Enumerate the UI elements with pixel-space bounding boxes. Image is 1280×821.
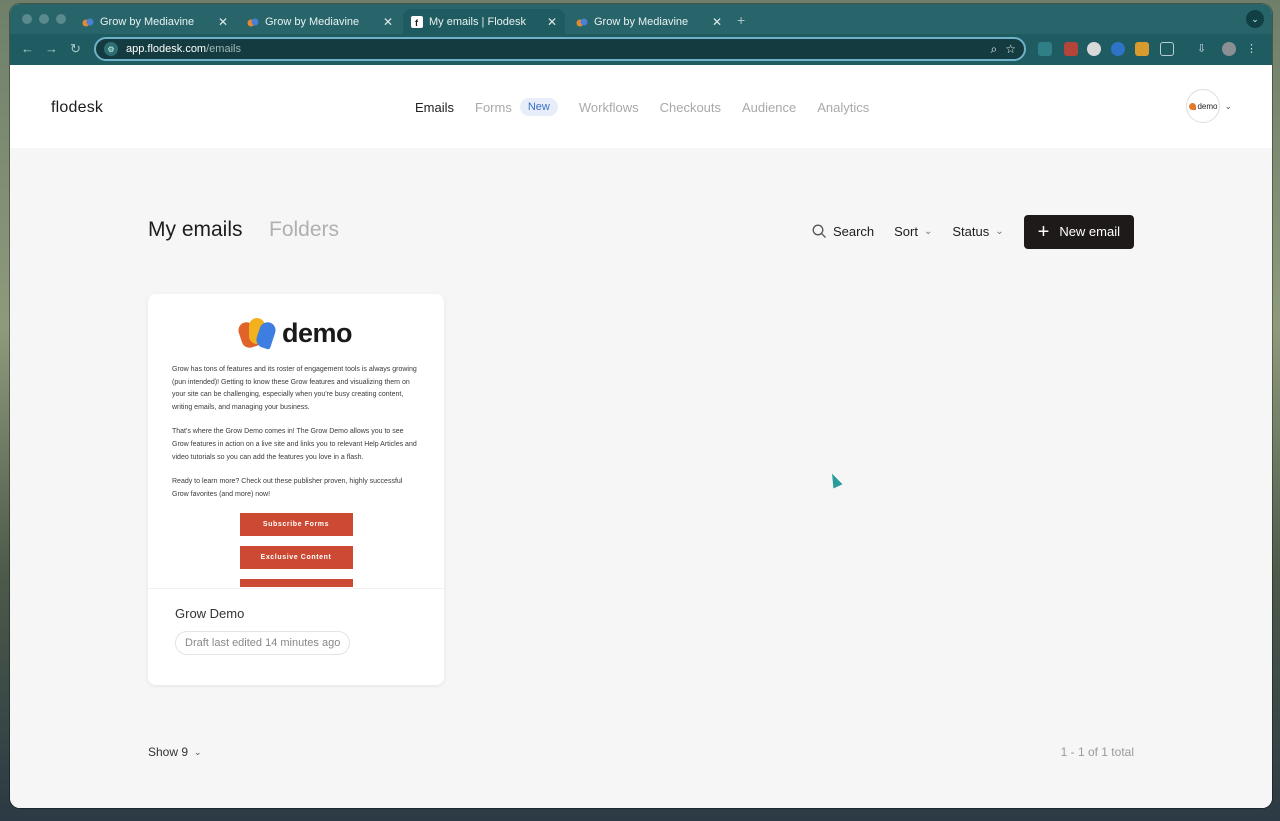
tab-title: Grow by Mediavine <box>594 15 689 28</box>
close-window-button[interactable] <box>22 14 32 24</box>
tab-title: My emails | Flodesk <box>429 15 526 28</box>
folders-tab[interactable]: Folders <box>269 218 339 242</box>
page-size-dropdown[interactable]: Show 9 ⌄ <box>148 745 202 759</box>
browser-tab[interactable]: Grow by Mediavine ✕ <box>74 9 236 34</box>
address-bar-row: ← → ↻ ⚙ app.flodesk.com/emails ⌕ ☆ ⇩ ⋮ <box>10 34 1272 65</box>
nav-analytics[interactable]: Analytics <box>817 100 869 115</box>
new-email-label: New email <box>1059 224 1120 239</box>
zoom-icon[interactable]: ⌕ <box>991 42 998 57</box>
account-menu[interactable]: demo ⌄ <box>1186 89 1232 123</box>
close-tab-icon[interactable]: ✕ <box>218 15 228 29</box>
preview-paragraph: That's where the Grow Demo comes in! The… <box>172 428 417 461</box>
chevron-down-icon[interactable]: ⌄ <box>1224 101 1232 112</box>
chevron-down-icon: ⌄ <box>923 226 933 237</box>
address-bar[interactable]: ⚙ app.flodesk.com/emails ⌕ ☆ <box>94 37 1026 61</box>
download-icon[interactable]: ⇩ <box>1197 42 1211 56</box>
bookmark-star-icon[interactable]: ☆ <box>1005 42 1016 56</box>
page-size-label: Show 9 <box>148 745 189 759</box>
flodesk-logo[interactable]: flodesk <box>51 99 103 117</box>
nav-checkouts[interactable]: Checkouts <box>660 100 721 115</box>
chevron-down-icon: ⌄ <box>995 226 1004 237</box>
sort-label: Sort <box>894 224 918 239</box>
tab-title: Grow by Mediavine <box>265 15 360 28</box>
new-tab-icon[interactable]: + <box>737 12 745 28</box>
grow-favicon-icon <box>247 18 259 26</box>
browser-window: Grow by Mediavine ✕ Grow by Mediavine ✕ … <box>10 4 1272 808</box>
avatar[interactable]: demo <box>1186 89 1221 123</box>
new-email-button[interactable]: + New email <box>1023 214 1134 249</box>
main-nav: Emails Forms New Workflows Checkouts Aud… <box>415 98 869 116</box>
nav-audience[interactable]: Audience <box>742 100 796 115</box>
extension-icon[interactable] <box>1135 42 1149 56</box>
preview-paragraph: Grow has tons of features and its roster… <box>172 366 417 411</box>
avatar-text: demo <box>1197 101 1218 111</box>
extension-icon[interactable] <box>1087 42 1101 56</box>
status-badge: Draft last edited 14 minutes ago <box>175 631 351 655</box>
forward-icon[interactable]: → <box>45 41 58 56</box>
browser-menu-icon[interactable]: ⋮ <box>1246 42 1260 56</box>
flodesk-page: flodesk Emails Forms New Workflows Check… <box>10 65 1272 808</box>
toolbar-actions: Search Sort ⌄ Status ⌄ + New email <box>812 214 1134 249</box>
email-preview[interactable]: demo Grow has tons of features and its r… <box>148 294 444 588</box>
page-title[interactable]: My emails <box>148 218 243 242</box>
sort-dropdown[interactable]: Sort ⌄ <box>894 224 932 239</box>
new-badge: New <box>519 98 558 116</box>
close-tab-icon[interactable]: ✕ <box>383 15 393 29</box>
preview-body: Grow has tons of features and its roster… <box>172 364 420 501</box>
email-name[interactable]: Grow Demo <box>175 606 417 621</box>
nav-forms[interactable]: Forms <box>475 100 512 115</box>
preview-cta-button: Subscribe Forms <box>239 513 353 537</box>
browser-tab[interactable]: Grow by Mediavine ✕ <box>239 9 401 34</box>
browser-tab-active[interactable]: f My emails | Flodesk ✕ <box>403 9 565 34</box>
tab-search-icon[interactable]: ⌄ <box>1246 10 1264 28</box>
app-header: flodesk Emails Forms New Workflows Check… <box>10 65 1272 148</box>
close-tab-icon[interactable]: ✕ <box>712 15 722 29</box>
email-card[interactable]: demo Grow has tons of features and its r… <box>148 294 444 685</box>
extension-icon[interactable] <box>1064 42 1078 56</box>
search-icon <box>812 224 826 238</box>
status-dropdown[interactable]: Status ⌄ <box>952 224 1003 239</box>
profile-avatar-icon[interactable] <box>1222 42 1236 56</box>
plus-icon: + <box>1037 220 1050 243</box>
tab-title: Grow by Mediavine <box>100 15 195 28</box>
grow-favicon-icon <box>576 18 588 26</box>
extension-icon[interactable] <box>1038 42 1052 56</box>
preview-brand-word: demo <box>281 317 353 348</box>
flodesk-favicon-icon: f <box>411 15 423 28</box>
mouse-cursor-icon <box>827 471 843 489</box>
grow-logo-icon <box>236 318 278 350</box>
site-info-icon[interactable]: ⚙ <box>104 42 118 56</box>
browser-tab[interactable]: Grow by Mediavine ✕ <box>568 9 730 34</box>
emails-toolbar: My emails Folders Search Sort ⌄ Status ⌄… <box>148 214 1134 249</box>
preview-paragraph: Ready to learn more? Check out these pub… <box>172 478 403 498</box>
nav-workflows[interactable]: Workflows <box>579 100 639 115</box>
preview-cta-button: Exclusive Content <box>239 546 353 570</box>
nav-emails[interactable]: Emails <box>415 100 454 115</box>
preview-brand: demo <box>172 316 420 350</box>
search-button[interactable]: Search <box>812 224 874 239</box>
url-text[interactable]: app.flodesk.com/emails <box>126 43 983 55</box>
preview-cta-button-partial <box>239 579 353 588</box>
minimize-window-button[interactable] <box>39 14 49 24</box>
maximize-window-button[interactable] <box>56 14 66 24</box>
extension-icon[interactable] <box>1111 42 1125 56</box>
reload-icon[interactable]: ↻ <box>70 41 81 57</box>
status-label: Status <box>952 224 990 239</box>
close-tab-icon[interactable]: ✕ <box>547 15 557 29</box>
email-card-footer: Grow Demo Draft last edited 14 minutes a… <box>148 588 444 685</box>
window-controls <box>22 14 66 24</box>
brand-mark-icon <box>1189 102 1197 110</box>
grow-favicon-icon <box>82 18 94 26</box>
pagination-count: 1 - 1 of 1 total <box>1060 745 1134 759</box>
search-label: Search <box>832 224 875 239</box>
tab-strip: Grow by Mediavine ✕ Grow by Mediavine ✕ … <box>10 4 1272 34</box>
chevron-down-icon: ⌄ <box>194 746 202 757</box>
extensions-puzzle-icon[interactable] <box>1160 42 1174 56</box>
back-icon[interactable]: ← <box>21 41 34 56</box>
